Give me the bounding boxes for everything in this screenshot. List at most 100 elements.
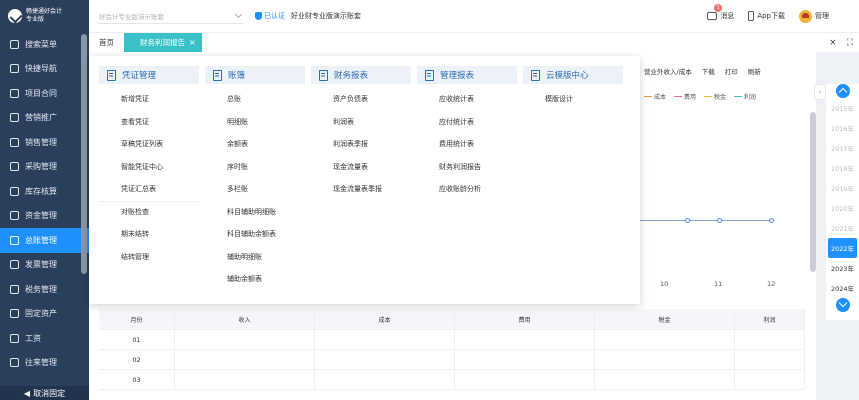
menu-item[interactable]: 资产负债表 [311,88,411,111]
menu-column-header: 管理报表 [417,66,517,84]
menu-column-title: 管理报表 [440,71,475,81]
sidebar-item[interactable]: 库存核算 [0,179,89,204]
menu-item[interactable]: 利润表 [311,111,411,134]
unpin-sidebar-button[interactable]: ◀ 取消固定 [0,386,89,400]
menu-item[interactable]: 财务利润报告 [417,156,517,179]
year-option[interactable]: 2022年 [828,238,857,258]
year-option[interactable]: 2023年 [826,258,859,278]
sidebar-item[interactable]: 项目合同 [0,81,89,106]
table-cell [595,370,735,389]
menu-item[interactable]: 新增凭证 [99,88,199,111]
chevron-down-icon[interactable] [835,298,850,312]
legend-item[interactable]: 利润 [734,92,756,101]
sidebar-item[interactable]: 往来管理 [0,351,89,376]
menu-item[interactable]: 查看凭证 [99,111,199,134]
sidebar-scrollbar[interactable] [81,34,87,274]
menu-item[interactable]: 凭证汇总表 [99,178,199,201]
fullscreen-icon[interactable]: ⛶ [847,38,853,48]
year-option[interactable]: 2024年 [826,278,859,298]
sidebar-item[interactable]: 税务管理 [0,277,89,302]
menu-item[interactable]: 辅助明细账 [205,246,305,269]
table-row: 02 [99,350,805,370]
chart-point [769,218,774,223]
content-scrollbar[interactable] [810,112,816,272]
year-option[interactable]: 2017年 [826,138,859,158]
menu-column: 管理报表应收统计表 应付统计表 费用统计表 财务利润报告 应收账龄分析 [417,66,517,201]
sidebar-item-label: 资金管理 [25,211,57,221]
menu-item[interactable]: 总账 [205,88,305,111]
legend-item[interactable]: 费用 [674,92,696,101]
tab-home[interactable]: 首页 [89,33,124,52]
table-header-cell[interactable]: 收入 [175,309,315,329]
menu-item[interactable]: 应付统计表 [417,111,517,134]
year-option[interactable]: 2021年 [826,218,859,238]
table-header-cell[interactable]: 税金 [595,309,735,329]
user-menu[interactable]: 管理 [799,9,829,23]
collapse-year-strip-button[interactable]: › [814,84,826,100]
toolbar-action[interactable]: 下载 [702,66,715,76]
tab-profit-report[interactable]: 财务利润报告 × [124,33,202,52]
sidebar-item[interactable]: 快捷导航 [0,57,89,82]
menu-item[interactable]: 草稿凭证列表 [99,133,199,156]
year-option[interactable]: 2020年 [826,198,859,218]
chevron-up-icon[interactable] [835,84,850,98]
menu-item[interactable]: 模版设计 [523,88,623,111]
ledger-icon [10,235,19,245]
table-header-cell[interactable]: 月份 [99,309,175,329]
year-option[interactable]: 2015年 [826,98,859,118]
sidebar-item[interactable]: 发票管理 [0,253,89,278]
sidebar-item[interactable]: 销售管理 [0,130,89,155]
sidebar-item-label: 采购管理 [25,162,57,172]
sidebar-item[interactable]: 固定资产 [0,302,89,327]
sidebar-item-label: 搜索菜单 [25,39,57,49]
legend-item[interactable]: 成本 [644,92,666,101]
sidebar-item[interactable]: 工资 [0,326,89,351]
sidebar-item-label: 发票管理 [25,260,57,270]
close-all-icon[interactable]: × [829,38,837,48]
verified-badge[interactable]: 已认证 [255,11,285,21]
close-icon[interactable]: × [189,38,196,47]
sidebar-item[interactable]: 资金管理 [0,204,89,229]
menu-item[interactable]: 明细账 [205,111,305,134]
top-right-actions: 1 消息 App下载 管理 [707,4,859,23]
menu-item[interactable]: 费用统计表 [417,133,517,156]
toolbar-action[interactable]: 打印 [725,66,738,76]
legend-item[interactable]: 税金 [704,92,726,101]
menu-item[interactable]: 应收账龄分析 [417,178,517,201]
sidebar-item[interactable]: 搜索菜单 [0,32,89,57]
sidebar-item[interactable]: 营销推广 [0,106,89,131]
year-option[interactable]: 2018年 [826,158,859,178]
menu-item[interactable]: 余额表 [205,133,305,156]
table-header-cell[interactable]: 利润 [735,309,805,329]
menu-item[interactable]: 序时账 [205,156,305,179]
legend-swatch [704,95,713,98]
menu-item[interactable]: 智能凭证中心 [99,156,199,179]
menu-item[interactable]: 现金流量表季报 [311,178,411,201]
sidebar-item[interactable]: 采购管理 [0,155,89,180]
legend-label: 利润 [744,94,757,101]
menu-item[interactable]: 对账检查 [99,200,199,224]
menu-column-title: 账簿 [228,71,246,81]
app-logo[interactable]: 畅捷通好会计 专业版 [0,0,89,32]
asset-icon [10,309,19,319]
menu-item[interactable]: 应收统计表 [417,88,517,111]
toolbar-action[interactable]: 营业外收入/成本 [644,66,692,76]
menu-item[interactable]: 科目辅助明细账 [205,201,305,224]
toolbar-action[interactable]: 刷新 [748,66,761,76]
menu-item[interactable]: 辅助余额表 [205,268,305,291]
year-option[interactable]: 2019年 [826,178,859,198]
sidebar-item[interactable]: 总账管理 [0,228,89,253]
table-header-cell[interactable]: 费用 [455,309,595,329]
menu-item[interactable]: 现金流量表 [311,156,411,179]
menu-item[interactable]: 利润表季报 [311,133,411,156]
year-option[interactable]: 2016年 [826,118,859,138]
table-header-cell[interactable]: 成本 [315,309,455,329]
menu-item[interactable]: 期末结转 [99,223,199,246]
menu-item[interactable]: 结转管理 [99,246,199,269]
app-download-button[interactable]: App下载 [748,11,785,21]
sidebar-item-label: 总账管理 [25,235,57,245]
menu-item[interactable]: 多栏账 [205,178,305,201]
messages-button[interactable]: 1 消息 [707,4,734,21]
menu-item[interactable]: 科目辅助余额表 [205,223,305,246]
company-select[interactable]: 好会计专业版演示账套 [97,8,243,24]
